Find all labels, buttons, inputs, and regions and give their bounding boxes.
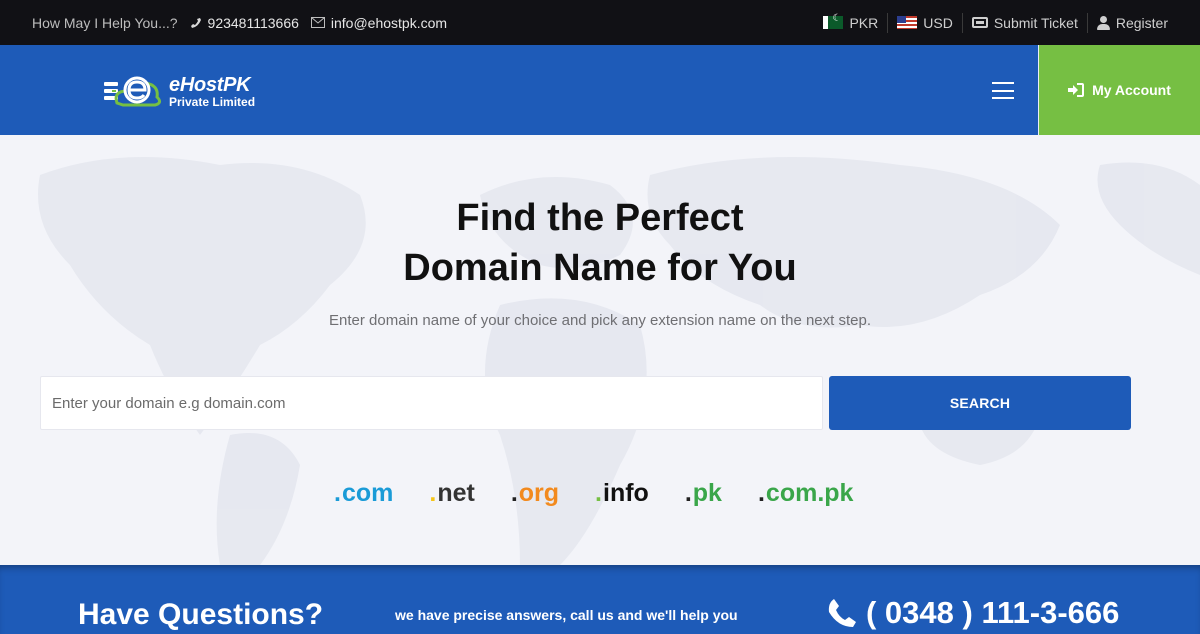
tld-org[interactable]: .org	[511, 479, 559, 508]
currency-pkr-label: PKR	[849, 14, 879, 31]
tld-com[interactable]: .com	[334, 479, 393, 508]
currency-usd-label: USD	[923, 14, 953, 31]
tld-info[interactable]: .info	[595, 479, 649, 508]
questions-banner: Have Questions? we have precise answers,…	[0, 565, 1200, 634]
tld-dot: .	[595, 479, 602, 507]
user-icon	[1096, 15, 1110, 30]
register-link[interactable]: Register	[1088, 13, 1168, 33]
tld-net[interactable]: .net	[429, 479, 474, 508]
tld-pk[interactable]: .pk	[685, 479, 722, 508]
tld-com-pk[interactable]: .com.pk	[758, 479, 853, 508]
tld-com-label: com	[341, 479, 394, 507]
my-account-label: My Account	[1092, 82, 1171, 98]
top-bar-contact: How May I Help You...? 923481113666 info…	[32, 0, 447, 45]
main-header: eHostPK Private Limited My Account	[0, 45, 1200, 135]
sign-in-icon	[1068, 83, 1085, 97]
domain-search-input[interactable]	[40, 376, 823, 430]
phone-link[interactable]: 923481113666	[190, 15, 299, 31]
tld-dot: .	[684, 479, 692, 507]
hero-subtitle: Enter domain name of your choice and pic…	[329, 312, 871, 329]
hero-title-line2: Domain Name for You	[403, 247, 797, 289]
submit-ticket-label: Submit Ticket	[993, 14, 1078, 31]
currency-usd[interactable]: USD	[888, 12, 963, 33]
tld-org-label: org	[518, 479, 560, 507]
ticket-icon	[971, 17, 988, 28]
tld-dot: .	[510, 479, 518, 507]
tld-dot: .	[334, 479, 341, 507]
hamburger-icon[interactable]	[992, 82, 1014, 99]
tld-dot: .	[757, 479, 765, 507]
help-text: How May I Help You...?	[32, 14, 178, 31]
phone-number: 923481113666	[207, 14, 299, 31]
tld-pk-label: pk	[692, 479, 722, 507]
top-bar-actions: PKR USD Submit Ticket Register	[814, 0, 1168, 45]
search-button[interactable]: SEARCH	[829, 376, 1131, 430]
brand-name: eHostPK	[169, 73, 251, 96]
register-label: Register	[1115, 14, 1168, 31]
phone-icon	[828, 599, 856, 627]
hero-title: Find the Perfect Domain Name for You	[0, 193, 1200, 293]
logo-icon	[104, 76, 162, 107]
tld-info-label: info	[603, 479, 649, 507]
submit-ticket-link[interactable]: Submit Ticket	[963, 12, 1088, 33]
banner-description: we have precise answers, call us and we'…	[395, 607, 738, 623]
tld-com-pk-label: com.pk	[765, 479, 854, 507]
hero-title-line1: Find the Perfect	[456, 197, 744, 239]
banner-phone-link[interactable]: ( 0348 ) 111-3-666	[826, 595, 1119, 631]
tld-net-label: net	[437, 479, 475, 507]
domain-search-hero: Find the Perfect Domain Name for You Ent…	[0, 135, 1200, 565]
email-link[interactable]: info@ehostpk.com	[310, 14, 448, 31]
phone-icon	[190, 17, 201, 28]
us-flag-icon	[897, 16, 918, 29]
currency-pkr[interactable]: PKR	[814, 12, 889, 33]
brand-subtitle: Private Limited	[169, 94, 256, 109]
envelope-icon	[310, 17, 325, 28]
banner-heading: Have Questions?	[78, 598, 324, 631]
tld-dot: .	[429, 479, 437, 507]
pakistan-flag-icon	[823, 13, 844, 29]
logo[interactable]: eHostPK Private Limited	[103, 73, 255, 109]
banner-phone-number: ( 0348 ) 111-3-666	[866, 595, 1120, 630]
my-account-button[interactable]: My Account	[1038, 45, 1200, 135]
email-address: info@ehostpk.com	[330, 14, 448, 31]
top-bar: How May I Help You...? 923481113666 info…	[0, 0, 1200, 45]
tld-list: .com .net .org .info .pk .com.pk	[334, 479, 853, 508]
